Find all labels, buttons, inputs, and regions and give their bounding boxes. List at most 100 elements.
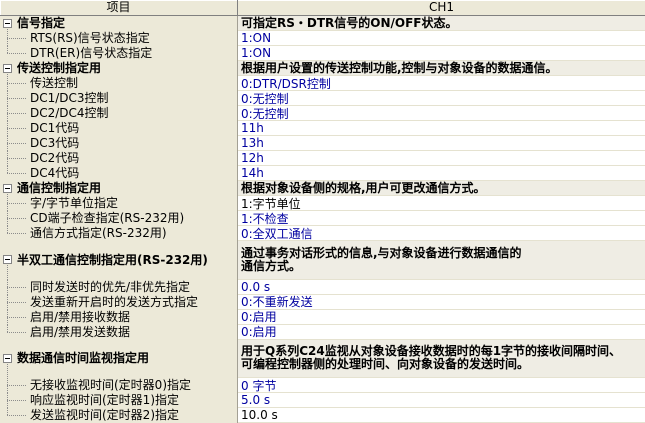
item-label: DC1/DC3控制 [30, 91, 109, 106]
item-cell[interactable]: DC2/DC4控制 [0, 106, 238, 121]
value-cell[interactable]: 14h [238, 166, 645, 181]
item-cell[interactable]: 同时发送时的优先/非优先指定 [0, 280, 238, 295]
item-label: CD端子检查指定(RS-232用) [30, 211, 184, 226]
parameter-grid: 项目 CH1 信号指定 可指定RS・DTR信号的ON/OFF状态。 RTS(RS… [0, 0, 645, 423]
tree-branch [7, 143, 26, 144]
item-label: 字/字节单位指定 [30, 196, 118, 211]
table-row: 字/字节单位指定 1:字节单位 [0, 196, 645, 211]
value-cell[interactable]: 12h [238, 151, 645, 166]
collapse-icon[interactable] [3, 64, 12, 73]
section-label: 半双工通信控制指定用(RS-232用) [17, 253, 208, 268]
collapse-icon[interactable] [3, 184, 12, 193]
section-description: 可指定RS・DTR信号的ON/OFF状态。 [238, 16, 645, 31]
table-row: DC1代码 11h [0, 121, 645, 136]
item-cell[interactable]: 通信控制指定用 [0, 181, 238, 196]
section-description: 根据用户设置的传送控制功能,控制与对象设备的数据通信。 [238, 61, 645, 76]
item-cell[interactable]: 数据通信时间监视指定用 [0, 340, 238, 379]
value-cell[interactable]: 1:不检查 [238, 211, 645, 226]
item-label: 同时发送时的优先/非优先指定 [30, 280, 190, 295]
value-cell[interactable]: 13h [238, 136, 645, 151]
value-cell[interactable]: 1:ON [238, 46, 645, 61]
item-label: RTS(RS)信号状态指定 [30, 31, 150, 46]
section-label: 信号指定 [17, 16, 65, 31]
tree-branch [7, 317, 26, 318]
table-row: 启用/禁用发送数据 0:启用 [0, 325, 645, 340]
value-cell[interactable]: 10.0 s [238, 408, 645, 423]
item-label: 无接收监视时间(定时器0)指定 [30, 378, 191, 393]
table-row: DC2代码 12h [0, 151, 645, 166]
item-label: DC1代码 [30, 121, 79, 136]
table-row: 通信方式指定(RS-232用) 0:全双工通信 [0, 226, 645, 241]
collapse-icon[interactable] [3, 354, 12, 363]
item-cell[interactable]: 启用/禁用接收数据 [0, 310, 238, 325]
item-label: DC3代码 [30, 136, 79, 151]
value-cell[interactable]: 0.0 s [238, 280, 645, 295]
collapse-icon[interactable] [3, 255, 12, 264]
item-cell[interactable]: DC1/DC3控制 [0, 91, 238, 106]
table-row: 发送监视时间(定时器2)指定 10.0 s [0, 408, 645, 423]
item-cell[interactable]: DC1代码 [0, 121, 238, 136]
column-header-ch1: CH1 [238, 0, 645, 15]
item-label: 启用/禁用接收数据 [30, 310, 130, 325]
value-cell[interactable]: 0:无控制 [238, 91, 645, 106]
tree-branch [7, 400, 26, 401]
item-cell[interactable]: 字/字节单位指定 [0, 196, 238, 211]
item-cell[interactable]: 传送控制 [0, 76, 238, 91]
value-cell[interactable]: 0:无控制 [238, 106, 645, 121]
value-cell[interactable]: 11h [238, 121, 645, 136]
item-cell[interactable]: DTR(ER)信号状态指定 [0, 46, 238, 61]
item-cell[interactable]: DC3代码 [0, 136, 238, 151]
table-row: 启用/禁用接收数据 0:启用 [0, 310, 645, 325]
section-label: 通信控制指定用 [17, 181, 101, 196]
value-cell[interactable]: 5.0 s [238, 393, 645, 408]
table-row: DC4代码 14h [0, 166, 645, 181]
table-row: RTS(RS)信号状态指定 1:ON [0, 31, 645, 46]
value-cell[interactable]: 0:不重新发送 [238, 295, 645, 310]
value-cell[interactable]: 0 字节 [238, 378, 645, 393]
section-label: 数据通信时间监视指定用 [17, 351, 149, 366]
item-label: 启用/禁用发送数据 [30, 325, 130, 340]
tree-line [7, 265, 8, 279]
item-cell[interactable]: DC4代码 [0, 166, 238, 181]
value-cell[interactable]: 0:启用 [238, 325, 645, 340]
tree-branch [7, 98, 26, 99]
table-row: DC1/DC3控制 0:无控制 [0, 91, 645, 106]
grid-header: 项目 CH1 [0, 0, 645, 16]
table-row: DTR(ER)信号状态指定 1:ON [0, 46, 645, 61]
value-cell[interactable]: 0:全双工通信 [238, 226, 645, 241]
item-cell[interactable]: DC2代码 [0, 151, 238, 166]
table-row: 同时发送时的优先/非优先指定 0.0 s [0, 280, 645, 295]
item-label: 传送控制 [30, 76, 78, 91]
section-description: 通过事务对话形式的信息,与对象设备进行数据通信的 通信方式。 [238, 241, 645, 280]
item-cell[interactable]: 无接收监视时间(定时器0)指定 [0, 378, 238, 393]
item-cell[interactable]: 通信方式指定(RS-232用) [0, 226, 238, 241]
tree-line [7, 364, 8, 378]
item-cell[interactable]: 发送监视时间(定时器2)指定 [0, 408, 238, 423]
item-cell[interactable]: 信号指定 [0, 16, 238, 31]
item-cell[interactable]: 发送重新开启时的发送方式指定 [0, 295, 238, 310]
collapse-icon[interactable] [3, 19, 12, 28]
item-cell[interactable]: RTS(RS)信号状态指定 [0, 31, 238, 46]
value-cell[interactable]: 0:DTR/DSR控制 [238, 76, 645, 91]
item-cell[interactable]: 响应监视时间(定时器1)指定 [0, 393, 238, 408]
item-cell[interactable]: 启用/禁用发送数据 [0, 325, 238, 340]
item-cell[interactable]: 传送控制指定用 [0, 61, 238, 76]
column-header-item: 项目 [0, 0, 238, 15]
value-cell[interactable]: 1:字节单位 [238, 196, 645, 211]
table-row-section: 信号指定 可指定RS・DTR信号的ON/OFF状态。 [0, 16, 645, 31]
tree-branch [7, 332, 26, 333]
item-label: DC2/DC4控制 [30, 106, 109, 121]
value-cell[interactable]: 1:ON [238, 31, 645, 46]
tree-branch [7, 83, 26, 84]
item-label: 响应监视时间(定时器1)指定 [30, 393, 179, 408]
tree-branch [7, 113, 26, 114]
item-cell[interactable]: CD端子检查指定(RS-232用) [0, 211, 238, 226]
tree-branch [7, 158, 26, 159]
table-row: 传送控制 0:DTR/DSR控制 [0, 76, 645, 91]
table-row-section: 传送控制指定用 根据用户设置的传送控制功能,控制与对象设备的数据通信。 [0, 61, 645, 76]
item-label: 发送重新开启时的发送方式指定 [30, 295, 198, 310]
table-row: 无接收监视时间(定时器0)指定 0 字节 [0, 378, 645, 393]
value-cell[interactable]: 0:启用 [238, 310, 645, 325]
item-cell[interactable]: 半双工通信控制指定用(RS-232用) [0, 241, 238, 280]
tree-branch [7, 233, 26, 234]
